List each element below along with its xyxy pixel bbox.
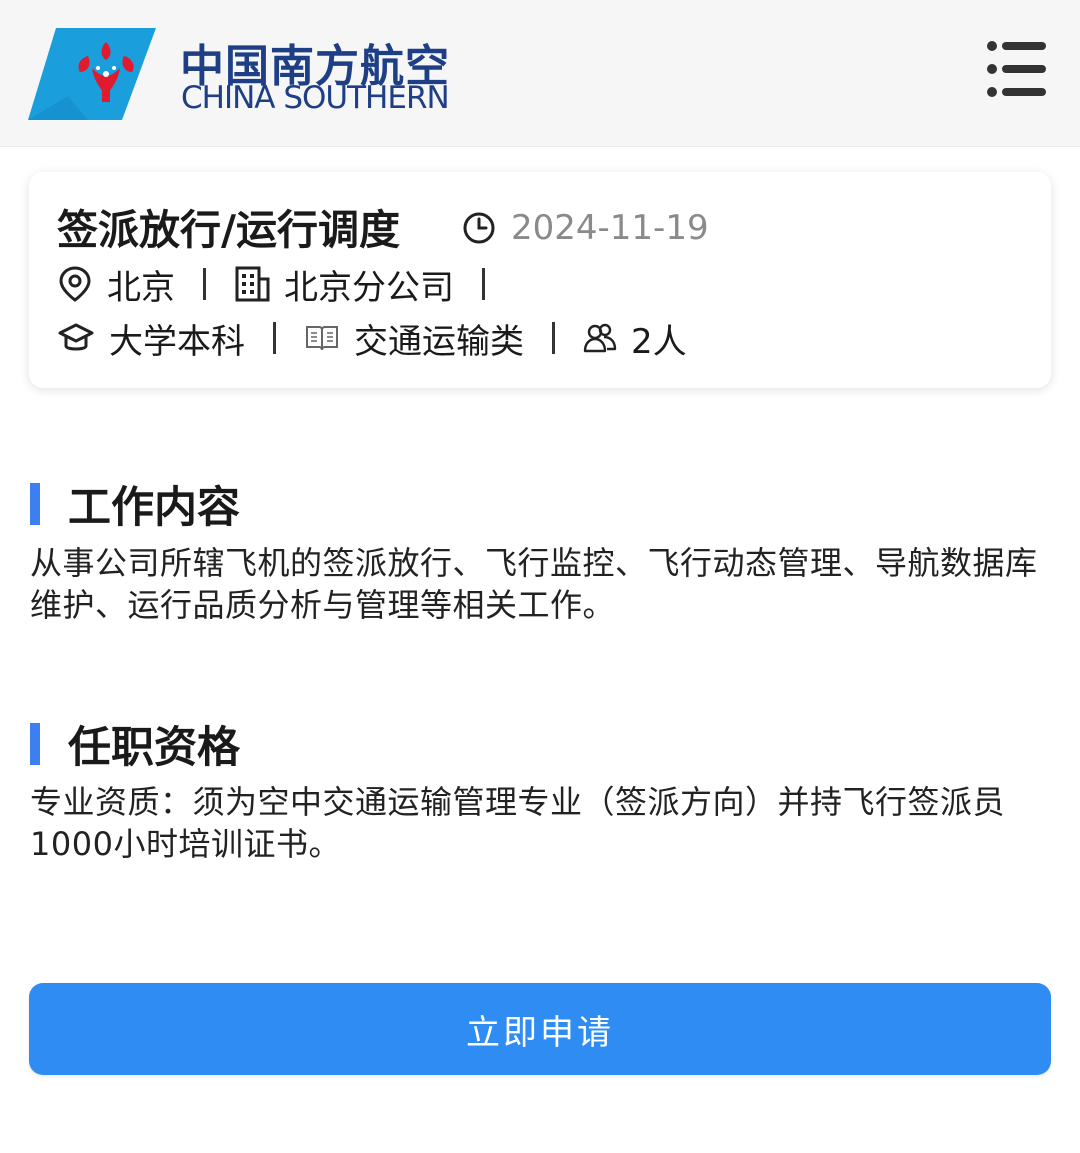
section-accent-bar [30,483,40,525]
job-headcount: 2人 [631,321,687,362]
clock-icon [463,212,495,244]
divider [273,322,276,354]
job-category: 交通运输类 [354,321,524,362]
job-company: 北京分公司 [284,267,454,308]
job-summary-card: 签派放行/运行调度 2024-11-19 北京 北京分公司 大学本科 交通运输类… [29,172,1051,388]
job-info-row-1: 北京 北京分公司 [57,262,513,308]
open-book-icon [306,326,338,351]
location-pin-icon [59,266,91,302]
requirements-description: 专业资质：须为空中交通运输管理专业（签派方向）并持飞行签派员1000小时培训证书… [30,783,1006,863]
hamburger-menu-icon [987,41,1046,97]
menu-button[interactable] [982,36,1050,102]
job-location: 北京 [107,267,175,308]
building-icon [235,266,270,302]
kapok-flower-logo-icon [28,28,156,120]
divider [552,322,555,354]
china-southern-logo[interactable]: 中国南方航空 CHINA SOUTHERN [28,28,458,120]
requirements-title-text: 任职资格 [68,723,240,773]
post-date-text: 2024-11-19 [511,208,709,248]
app-header: 中国南方航空 CHINA SOUTHERN [0,0,1080,147]
divider [203,268,206,300]
job-title: 签派放行/运行调度 [57,206,400,254]
people-icon [583,323,617,353]
graduation-cap-icon [58,323,94,351]
duties-description: 从事公司所辖飞机的签派放行、飞行监控、飞行动态管理、导航数据库维护、运行品质分析… [30,544,1038,624]
post-date: 2024-11-19 [461,208,709,248]
requirements-section-title: 任职资格 [30,720,240,773]
divider [482,268,485,300]
duties-title-text: 工作内容 [68,483,240,533]
duties-section-title: 工作内容 [30,480,240,533]
logo-english-text: CHINA SOUTHERN [181,80,450,116]
apply-now-button[interactable]: 立即申请 [29,983,1051,1075]
section-accent-bar [30,723,40,765]
job-info-row-2: 大学本科 交通运输类 2人 [57,316,687,362]
job-education: 大学本科 [109,321,245,362]
